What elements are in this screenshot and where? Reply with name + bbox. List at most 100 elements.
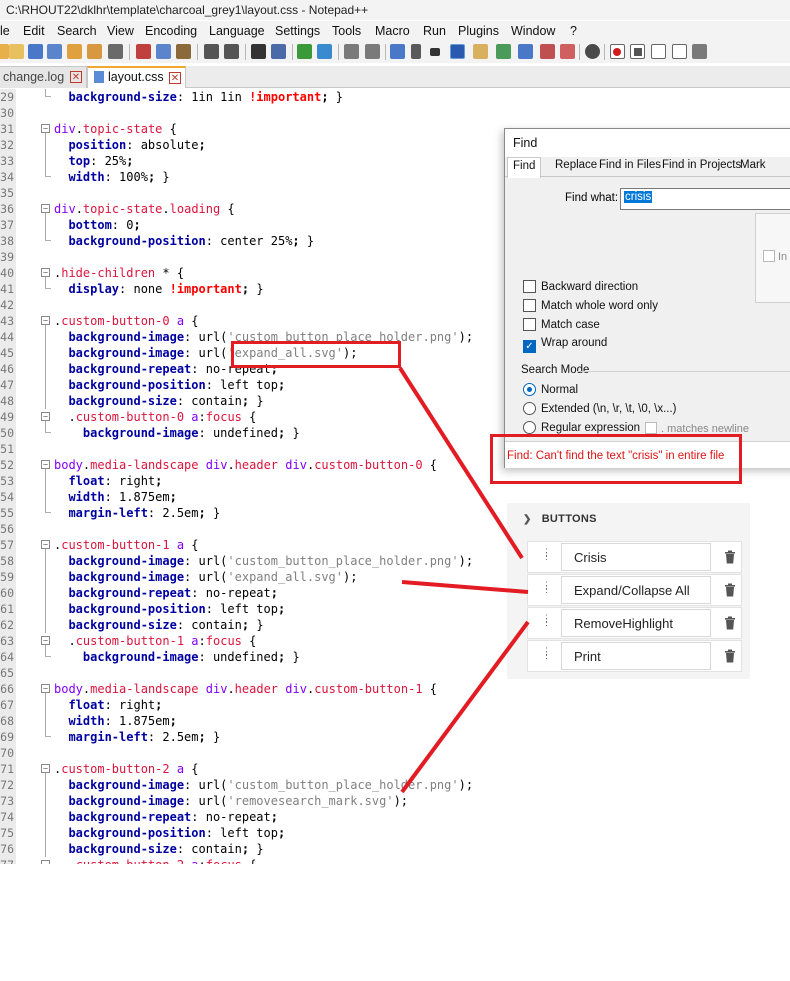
fold-toggle-icon[interactable]: − — [41, 860, 50, 864]
code-line[interactable]: 75 background-position: left top; — [0, 825, 790, 841]
buttons-panel-header[interactable]: ❯ BUTTONS — [523, 513, 597, 525]
code-line[interactable]: 71 − .custom-button-2 a { — [0, 761, 790, 777]
mode-regex-radio[interactable]: Regular expression — [523, 421, 640, 434]
run-macro-multiple-icon[interactable] — [672, 44, 687, 59]
word-wrap-icon[interactable] — [390, 44, 405, 59]
code-line[interactable]: 77 − .custom-button-2 a:focus { — [0, 857, 790, 864]
document-list-icon[interactable] — [518, 44, 533, 59]
match-case-checkbox[interactable]: Match case — [523, 318, 600, 331]
save-icon[interactable] — [28, 44, 43, 59]
dropdown-arrow-icon[interactable] — [430, 48, 440, 56]
show-all-characters-icon[interactable] — [411, 44, 421, 59]
new-file-icon[interactable] — [0, 44, 9, 59]
close-all-icon[interactable] — [87, 44, 102, 59]
menu-run[interactable]: Run — [423, 21, 446, 41]
zoom-out-icon[interactable] — [317, 44, 332, 59]
fold-toggle-icon[interactable]: − — [41, 764, 50, 773]
trash-icon[interactable] — [724, 616, 736, 630]
sync-vertical-icon[interactable] — [344, 44, 359, 59]
fold-toggle-icon[interactable]: − — [41, 540, 50, 549]
menu-plugins[interactable]: Plugins — [458, 21, 499, 41]
menu-encoding[interactable]: Encoding — [145, 21, 197, 41]
find-what-input[interactable]: crisis — [620, 188, 790, 210]
fold-toggle-icon[interactable]: − — [41, 684, 50, 693]
folder-as-workspace-icon[interactable] — [560, 44, 575, 59]
function-list-icon[interactable] — [540, 44, 555, 59]
replace-icon[interactable] — [271, 44, 286, 59]
in-selection-checkbox[interactable]: In — [763, 250, 787, 263]
code-line[interactable]: 74 background-repeat: no-repeat; — [0, 809, 790, 825]
menu-search[interactable]: Search — [57, 21, 97, 41]
fold-toggle-icon[interactable]: − — [41, 268, 50, 277]
menu-macro[interactable]: Macro — [375, 21, 410, 41]
drag-handle-icon[interactable]: ⋮ ⋮ — [542, 614, 551, 630]
save-all-icon[interactable] — [47, 44, 62, 59]
sync-horizontal-icon[interactable] — [365, 44, 380, 59]
tab-mark[interactable]: Mark — [740, 159, 766, 171]
mode-normal-radio[interactable]: Normal — [523, 383, 578, 396]
find-icon[interactable] — [251, 44, 266, 59]
mode-extended-radio[interactable]: Extended (\n, \r, \t, \0, \x...) — [523, 402, 677, 415]
button-name-field[interactable]: Crisis — [561, 543, 711, 571]
menu-edit[interactable]: Edit — [23, 21, 45, 41]
code-line[interactable]: 29 background-size: 1in 1in !important; … — [0, 89, 790, 105]
tab-change-log[interactable]: change.log ✕ — [0, 66, 87, 88]
copy-icon[interactable] — [156, 44, 171, 59]
backward-direction-checkbox[interactable]: Backward direction — [523, 280, 638, 293]
close-tab-icon[interactable]: ✕ — [169, 72, 181, 84]
code-line[interactable]: 69 margin-left: 2.5em; } — [0, 729, 790, 745]
monitoring-icon[interactable] — [585, 44, 600, 59]
drag-handle-icon[interactable]: ⋮ ⋮ — [542, 548, 551, 564]
tab-replace[interactable]: Replace — [555, 159, 597, 171]
zoom-in-icon[interactable] — [297, 44, 312, 59]
fold-toggle-icon[interactable]: − — [41, 124, 50, 133]
fold-toggle-icon[interactable]: − — [41, 204, 50, 213]
drag-handle-icon[interactable]: ⋮ ⋮ — [542, 581, 551, 597]
button-name-field[interactable]: Print — [561, 642, 711, 670]
button-name-field[interactable]: Expand/Collapse All — [561, 576, 711, 604]
code-line[interactable]: 67 float: right; — [0, 697, 790, 713]
fold-toggle-icon[interactable]: − — [41, 412, 50, 421]
user-defined-language-icon[interactable] — [473, 44, 488, 59]
wrap-around-checkbox[interactable]: ✓ Wrap around — [523, 337, 607, 353]
code-line[interactable]: 76 background-size: contain; } — [0, 841, 790, 857]
close-tab-icon[interactable]: ✕ — [70, 71, 82, 83]
trash-icon[interactable] — [724, 550, 736, 564]
menu-tools[interactable]: Tools — [332, 21, 361, 41]
indent-guide-icon[interactable] — [450, 44, 465, 59]
tab-find[interactable]: Find — [507, 157, 542, 178]
button-name-field[interactable]: RemoveHighlight — [561, 609, 711, 637]
menu-view[interactable]: View — [107, 21, 134, 41]
trash-icon[interactable] — [724, 583, 736, 597]
tab-find-in-files[interactable]: Find in Files — [599, 159, 661, 171]
code-line[interactable]: 66− body.media-landscape div.header div.c… — [0, 681, 790, 697]
menu-help[interactable]: ? — [570, 21, 577, 41]
drag-handle-icon[interactable]: ⋮ ⋮ — [542, 647, 551, 663]
cut-icon[interactable] — [136, 44, 151, 59]
match-whole-word-checkbox[interactable]: Match whole word only — [523, 299, 658, 312]
code-line[interactable]: 68 width: 1.875em; — [0, 713, 790, 729]
tab-find-in-projects[interactable]: Find in Projects — [662, 159, 741, 171]
redo-icon[interactable] — [224, 44, 239, 59]
save-macro-icon[interactable] — [692, 44, 707, 59]
menu-settings[interactable]: Settings — [275, 21, 320, 41]
open-file-icon[interactable] — [9, 44, 24, 59]
document-map-icon[interactable] — [496, 44, 511, 59]
menu-language[interactable]: Language — [209, 21, 265, 41]
code-line[interactable]: 73 background-image: url('removesearch_m… — [0, 793, 790, 809]
print-icon[interactable] — [108, 44, 123, 59]
code-line[interactable]: 70 — [0, 745, 790, 761]
menu-file[interactable]: le — [0, 21, 10, 41]
tab-layout-css[interactable]: layout.css ✕ — [87, 66, 186, 88]
code-line[interactable]: 72 background-image: url('custom_button_… — [0, 777, 790, 793]
code-line[interactable]: 30 — [0, 105, 790, 121]
trash-icon[interactable] — [724, 649, 736, 663]
fold-toggle-icon[interactable]: − — [41, 316, 50, 325]
fold-toggle-icon[interactable]: − — [41, 636, 50, 645]
undo-icon[interactable] — [204, 44, 219, 59]
play-macro-icon[interactable] — [651, 44, 666, 59]
menu-window[interactable]: Window — [511, 21, 555, 41]
close-icon[interactable] — [67, 44, 82, 59]
fold-toggle-icon[interactable]: − — [41, 460, 50, 469]
paste-icon[interactable] — [176, 44, 191, 59]
